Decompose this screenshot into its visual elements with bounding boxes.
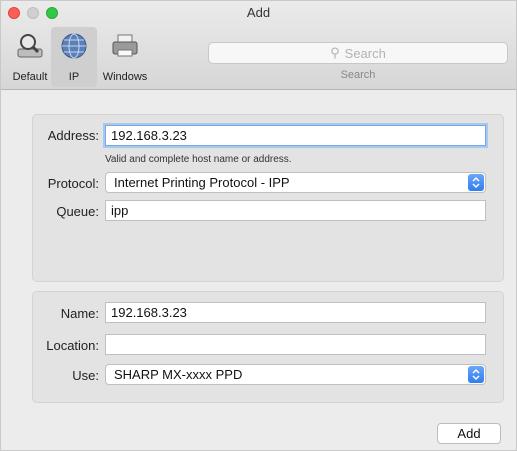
toolbar-windows-button[interactable]: Windows — [97, 27, 153, 87]
titlebar-toolbar: Add Default IP Windows ⚲ Search Search — [1, 1, 516, 90]
address-input[interactable] — [105, 125, 486, 146]
add-printer-window: Add Default IP Windows ⚲ Search Search A… — [0, 0, 517, 451]
use-label: Use: — [72, 368, 99, 383]
magnifier-printer-icon — [17, 34, 43, 58]
queue-input[interactable] — [105, 200, 486, 221]
add-button[interactable]: Add — [437, 423, 501, 444]
printer-icon — [112, 34, 138, 57]
toolbar-default-button[interactable]: Default — [7, 27, 53, 87]
search-caption: Search — [340, 69, 376, 81]
driver-popup[interactable]: SHARP MX-xxxx PPD — [105, 364, 486, 385]
toolbar-ip-label: IP — [68, 71, 80, 83]
protocol-popup[interactable]: Internet Printing Protocol - IPP — [105, 172, 486, 193]
search-area: ⚲ Search Search — [208, 42, 508, 81]
protocol-value: Internet Printing Protocol - IPP — [114, 175, 290, 190]
address-hint: Valid and complete host name or address. — [105, 154, 292, 165]
search-icon: ⚲ — [330, 45, 340, 60]
protocol-label: Protocol: — [47, 176, 99, 191]
chevron-updown-icon — [468, 366, 484, 383]
window-title: Add — [246, 5, 271, 20]
toolbar-ip-button[interactable]: IP — [51, 27, 97, 87]
location-label: Location: — [46, 338, 99, 353]
address-label: Address: — [47, 128, 99, 143]
name-label: Name: — [60, 306, 99, 321]
toolbar-windows-label: Windows — [102, 71, 148, 83]
search-field[interactable]: ⚲ Search — [208, 42, 508, 64]
queue-label: Queue: — [56, 204, 99, 219]
search-placeholder: Search — [344, 45, 386, 61]
driver-value: SHARP MX-xxxx PPD — [114, 367, 243, 382]
name-input[interactable] — [105, 302, 486, 323]
location-input[interactable] — [105, 334, 486, 355]
toolbar-default-label: Default — [12, 71, 48, 83]
chevron-updown-icon — [468, 174, 484, 191]
globe-icon — [61, 33, 87, 59]
